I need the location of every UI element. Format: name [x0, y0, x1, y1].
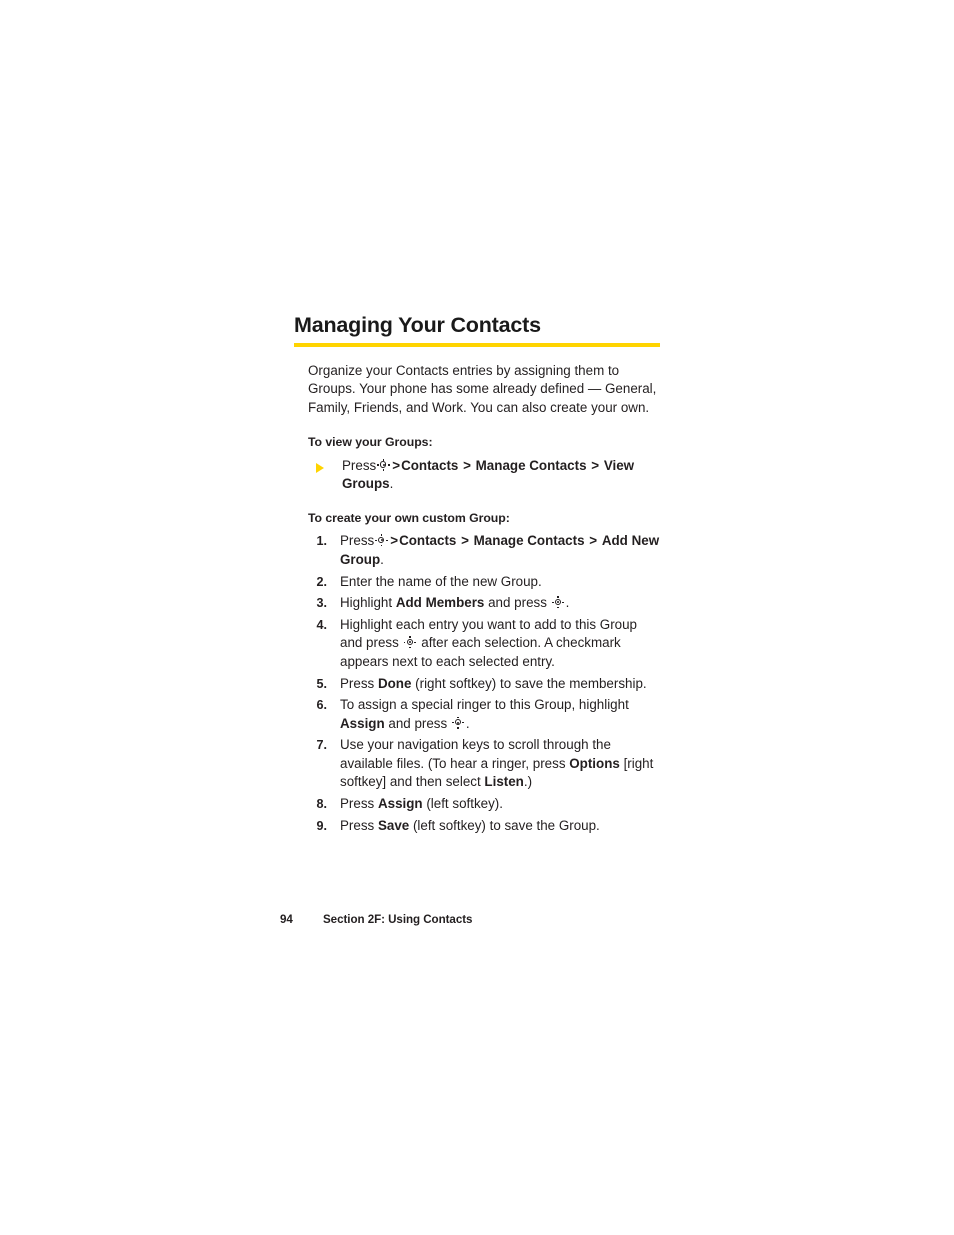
sentence-period: . — [389, 476, 394, 492]
menu-path-item-contacts: Contacts — [399, 533, 457, 549]
sentence-period: . — [565, 595, 570, 611]
step-number: 4. — [316, 618, 327, 633]
step-number: 3. — [316, 596, 327, 611]
heading-accent-rule — [294, 343, 660, 347]
ui-term-save: Save — [377, 817, 410, 833]
ui-term-done: Done — [377, 675, 412, 691]
subheading-create-group: To create your own custom Group: — [308, 511, 510, 526]
section-heading-block: Managing Your Contacts — [294, 312, 660, 347]
ui-term-assign: Assign — [340, 715, 385, 731]
subheading-view-groups: To view your Groups: — [308, 434, 433, 449]
navigation-key-icon — [451, 716, 465, 730]
navigation-key-icon — [375, 534, 388, 547]
list-item-step-3: 3. Highlight Add Members and press . — [308, 594, 660, 612]
step-text-part: .) — [523, 774, 533, 790]
ui-term-options: Options — [569, 755, 620, 771]
step-number: 1. — [316, 534, 327, 549]
step-text-part: and press — [384, 715, 451, 731]
page-footer: 94 Section 2F: Using Contacts — [280, 913, 472, 926]
list-item-step-4: 4. Highlight each entry you want to add t… — [308, 616, 660, 671]
step-number: 2. — [316, 574, 327, 589]
list-item-step-1: 1. Press >Contacts > Manage Contacts > Add… — [308, 532, 660, 569]
menu-path-item-contacts: Contacts — [401, 457, 459, 473]
page-title: Managing Your Contacts — [294, 313, 541, 337]
menu-path-item-manage-contacts: Manage Contacts — [475, 457, 587, 473]
ui-term-add-members: Add Members — [395, 595, 485, 611]
list-item-step-7: 7. Use your navigation keys to scroll thr… — [308, 736, 660, 791]
step-text-part: (left softkey) to save the Group. — [409, 817, 600, 833]
step-text-part: Press — [340, 817, 378, 833]
menu-path-item-manage-contacts: Manage Contacts — [473, 533, 585, 549]
footer-section-label: Section 2F: Using Contacts — [323, 913, 473, 926]
list-item-step-9: 9. Press Save (left softkey) to save the … — [308, 817, 660, 835]
page-number: 94 — [280, 913, 293, 926]
navigation-key-icon — [403, 636, 417, 649]
step-text: Enter the name of the new Group. — [340, 573, 542, 589]
step-number: 8. — [316, 796, 327, 811]
view-groups-list: Press >Contacts > Manage Contacts > View … — [308, 457, 660, 494]
press-label: Press — [340, 533, 375, 549]
menu-separator: > — [591, 457, 600, 473]
step-text-part: Highlight — [340, 595, 396, 611]
step-number: 9. — [316, 818, 327, 833]
list-item-step-2: 2. Enter the name of the new Group. — [308, 573, 660, 591]
step-text-part: and press — [484, 595, 551, 611]
press-label: Press — [342, 457, 377, 473]
intro-paragraph: Organize your Contacts entries by assign… — [308, 363, 657, 415]
step-text-part: (right softkey) to save the membership. — [411, 675, 647, 691]
create-group-steps: 1. Press >Contacts > Manage Contacts > Add… — [308, 532, 660, 834]
ui-term-assign: Assign — [377, 795, 423, 811]
menu-separator: > — [461, 533, 469, 549]
list-item-step-5: 5. Press Done (right softkey) to save the… — [308, 675, 660, 693]
menu-separator: > — [463, 457, 471, 473]
step-number: 6. — [316, 698, 327, 713]
sentence-period: . — [380, 551, 384, 567]
list-item-step-6: 6. To assign a special ringer to this Gro… — [308, 696, 660, 733]
step-number: 7. — [316, 738, 327, 753]
menu-separator: > — [392, 457, 401, 473]
ui-term-listen: Listen — [484, 774, 524, 790]
step-text-part: To assign a special ringer to this Group… — [340, 697, 629, 713]
menu-separator: > — [589, 533, 598, 549]
navigation-key-icon — [551, 596, 565, 609]
step-text-part: Press — [340, 675, 378, 691]
manual-page: Managing Your Contacts Organize your Con… — [0, 0, 954, 1235]
step-text-part: (left softkey). — [422, 795, 503, 811]
triangle-bullet-icon — [316, 462, 324, 473]
step-number: 5. — [316, 676, 327, 691]
menu-separator: > — [390, 533, 399, 549]
navigation-key-icon — [377, 458, 390, 472]
content-column: Organize your Contacts entries by assign… — [308, 362, 660, 838]
list-item: Press >Contacts > Manage Contacts > View … — [308, 457, 660, 494]
sentence-period: . — [465, 715, 470, 731]
list-item-step-8: 8. Press Assign (left softkey). — [308, 795, 660, 813]
step-text-part: Press — [340, 795, 378, 811]
